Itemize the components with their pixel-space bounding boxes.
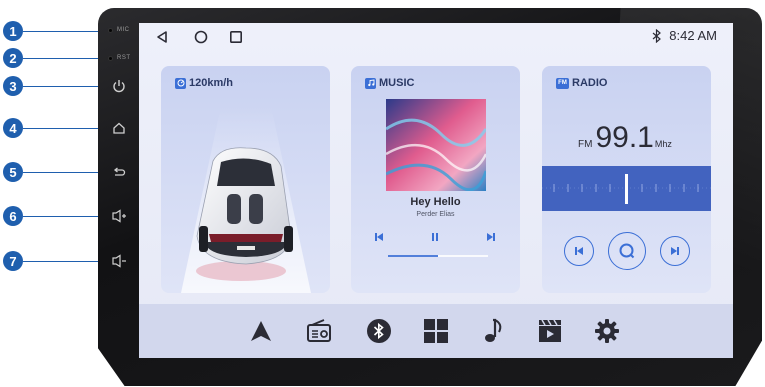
skip-previous-icon <box>575 247 583 255</box>
reset-label: RST <box>117 55 131 61</box>
reset-hole <box>108 55 113 61</box>
dock-settings[interactable] <box>593 317 621 345</box>
music-card-title: MUSIC <box>365 77 414 89</box>
reset-port[interactable]: RST <box>108 55 131 61</box>
callout-number: 6 <box>3 206 23 226</box>
radio-icon <box>307 319 331 342</box>
radio-scan-button[interactable] <box>608 232 646 270</box>
dock-apps[interactable] <box>422 317 450 345</box>
music-progress-fill <box>388 255 438 257</box>
status-bar: 8:42 AM <box>139 23 733 51</box>
music-note-icon <box>485 318 502 342</box>
dock-music[interactable] <box>479 317 507 345</box>
song-artist: Perder Elias <box>416 211 455 218</box>
fm-tag-icon: FM <box>556 77 569 89</box>
back-arrow-icon <box>113 167 126 176</box>
nav-recents-button[interactable] <box>226 27 246 47</box>
callout-7: 7 <box>3 251 103 271</box>
radio-tuner-band[interactable] <box>542 166 711 211</box>
tuner-scale <box>542 174 711 204</box>
search-icon <box>619 243 635 259</box>
music-progress-track[interactable] <box>388 255 488 257</box>
app-dock <box>139 304 733 358</box>
dock-navigation[interactable] <box>247 317 275 345</box>
status-right: 8:42 AM <box>652 28 717 43</box>
callout-5: 5 <box>3 162 103 182</box>
mic-label: MIC <box>117 27 130 33</box>
radio-band: FM <box>578 139 593 150</box>
radio-unit: Mhz <box>654 139 672 149</box>
settings-gear-icon <box>595 319 619 343</box>
callout-number: 3 <box>3 76 23 96</box>
dock-video[interactable] <box>536 317 564 345</box>
dock-bluetooth[interactable] <box>365 317 393 345</box>
music-pause-button[interactable] <box>429 230 441 242</box>
radio-card[interactable]: FM RADIO FM 99.1 Mhz <box>542 66 711 293</box>
callout-number: 2 <box>3 48 23 68</box>
radio-previous-button[interactable] <box>564 236 594 266</box>
recents-square-icon <box>229 30 242 43</box>
home-side-button[interactable] <box>108 117 130 139</box>
callout-number: 5 <box>3 162 23 182</box>
mic-hole <box>108 27 113 33</box>
power-icon <box>113 80 125 93</box>
clock: 8:42 AM <box>669 28 717 43</box>
callout-3: 3 <box>3 76 103 96</box>
radio-title: RADIO <box>572 77 608 89</box>
callout-line <box>23 127 103 129</box>
skip-previous-icon <box>375 233 383 241</box>
apps-grid-icon <box>424 319 448 343</box>
back-side-button[interactable] <box>108 161 130 183</box>
music-title: MUSIC <box>379 77 415 89</box>
dock-radio[interactable] <box>305 317 333 345</box>
radio-frequency: 99.1 <box>595 121 654 154</box>
album-art <box>386 99 486 191</box>
callout-number: 1 <box>3 21 23 41</box>
video-icon <box>539 319 561 342</box>
home-icon <box>113 122 125 134</box>
navigation-icon <box>251 321 271 341</box>
volume-up-button[interactable] <box>108 205 130 227</box>
skip-next-icon <box>487 233 495 241</box>
callout-2: 2 <box>3 48 113 68</box>
callout-number: 4 <box>3 118 23 138</box>
head-unit-screen: 8:42 AM 120km/h MUSIC Hey Hello Perder E… <box>139 23 733 358</box>
callout-4: 4 <box>3 118 103 138</box>
song-title: Hey Hello <box>410 196 461 208</box>
volume-down-icon <box>112 254 126 268</box>
callout-number: 7 <box>3 251 23 271</box>
nav-back-button[interactable] <box>152 27 172 47</box>
bluetooth-icon <box>652 28 662 43</box>
callout-line <box>23 215 103 217</box>
car-image <box>181 106 311 293</box>
pause-icon <box>432 233 438 241</box>
bluetooth-icon <box>367 319 391 343</box>
skip-next-icon <box>671 247 679 255</box>
radio-card-title: FM RADIO <box>556 77 607 89</box>
speed-card[interactable]: 120km/h <box>161 66 330 293</box>
callout-line <box>23 85 103 87</box>
callout-line <box>23 171 103 173</box>
volume-down-button[interactable] <box>108 250 130 272</box>
radio-next-button[interactable] <box>660 236 690 266</box>
nav-home-button[interactable] <box>191 27 211 47</box>
home-circle-icon <box>194 30 208 44</box>
volume-up-icon <box>112 209 126 223</box>
power-button[interactable] <box>108 75 130 97</box>
music-next-button[interactable] <box>485 230 497 242</box>
callout-1: 1 <box>3 21 113 41</box>
music-card[interactable]: MUSIC Hey Hello Perder Elias <box>351 66 520 293</box>
callout-line <box>23 260 103 262</box>
radio-frequency-display: FM 99.1 Mhz <box>578 121 672 155</box>
back-triangle-icon <box>157 31 167 43</box>
mic-port: MIC <box>108 27 130 33</box>
music-tag-icon <box>365 77 376 89</box>
tuner-needle <box>625 174 628 204</box>
music-previous-button[interactable] <box>373 230 385 242</box>
callout-6: 6 <box>3 206 103 226</box>
